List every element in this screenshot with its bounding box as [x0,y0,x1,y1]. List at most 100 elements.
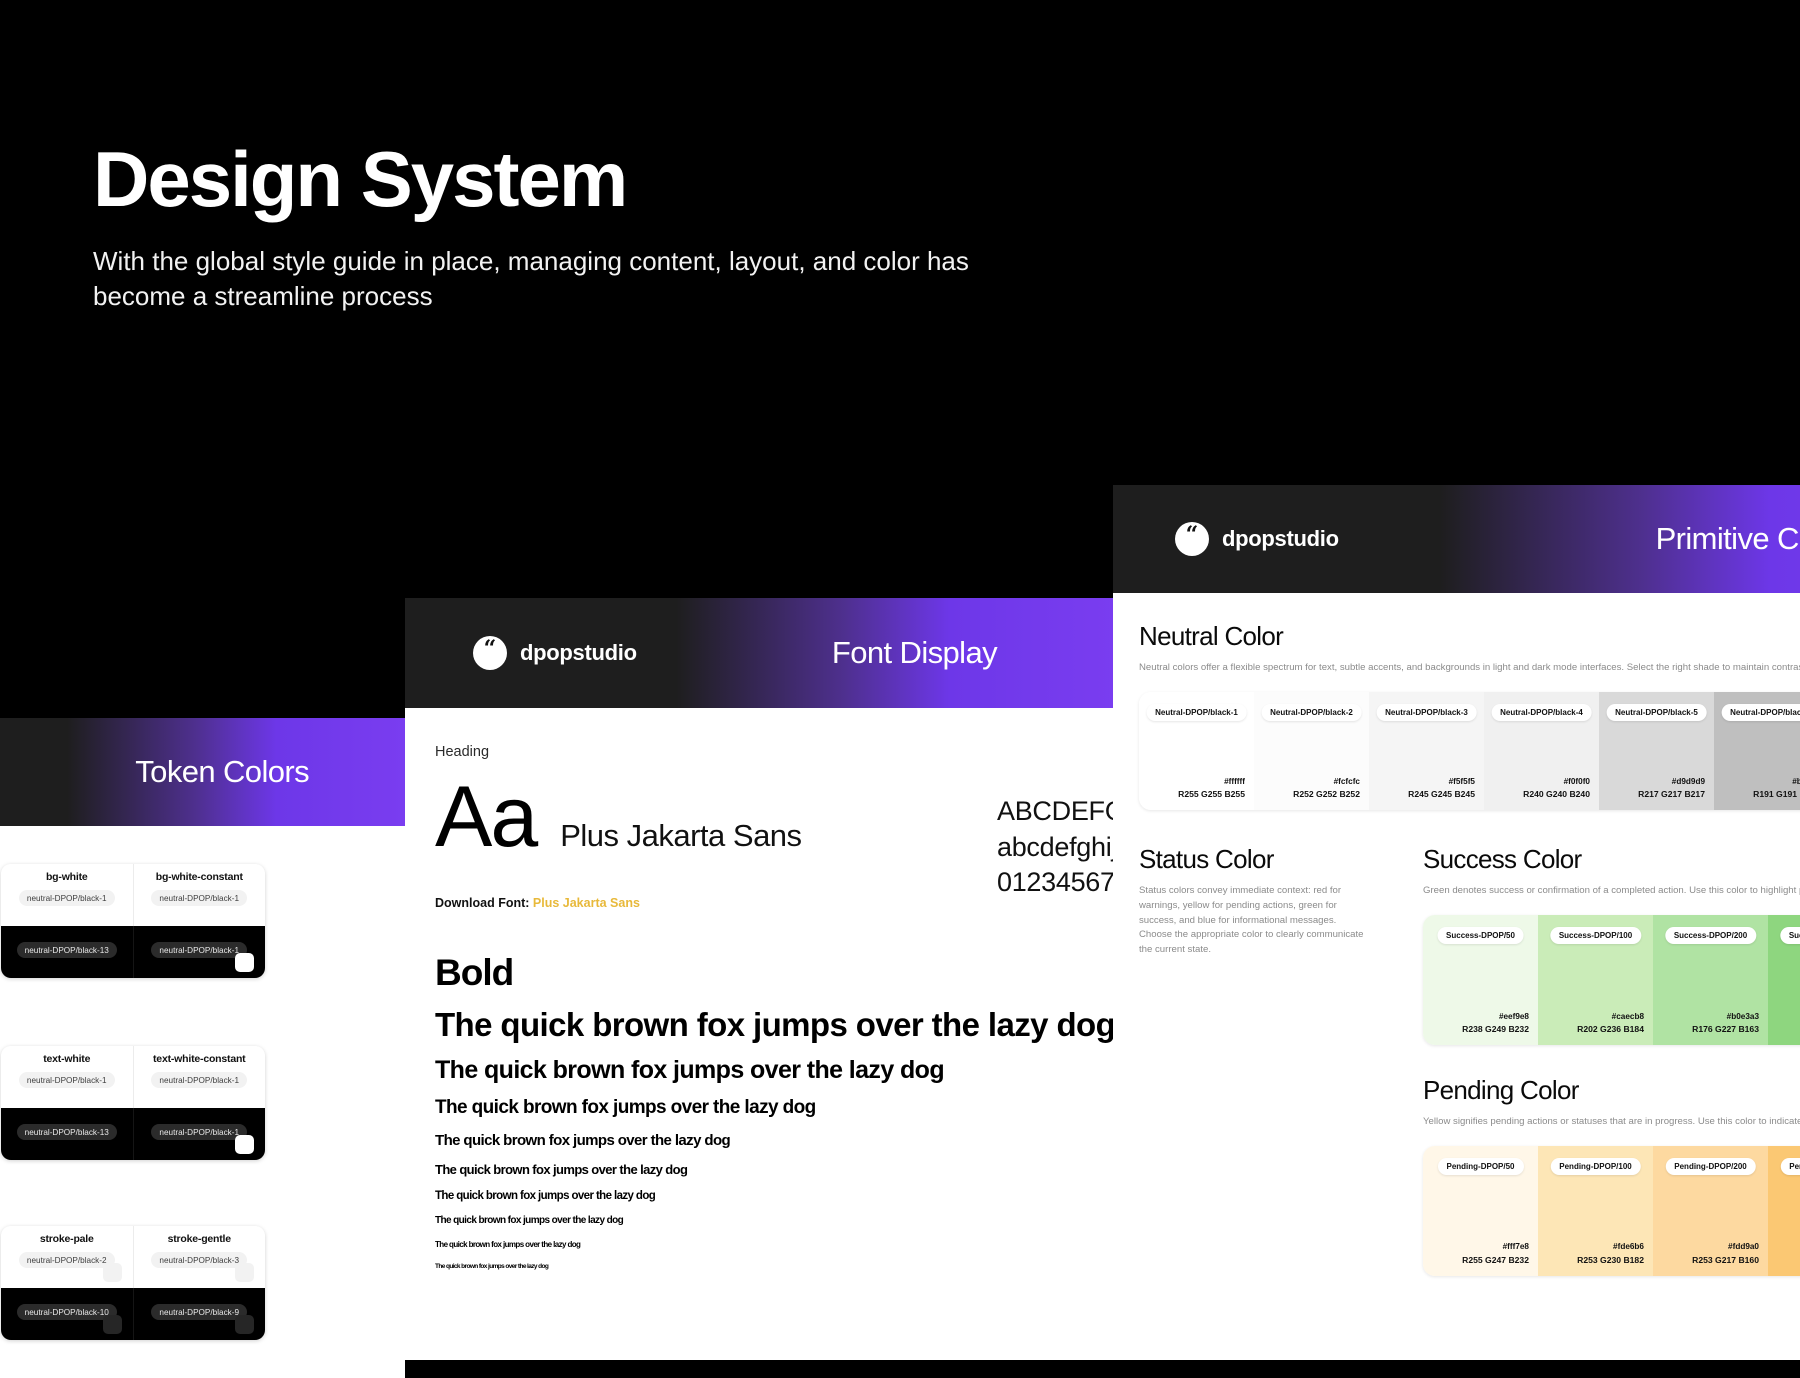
token-card-dark-row: neutral-DPOP/black-10 neutral-DPOP/black… [1,1288,265,1340]
color-swatch[interactable]: Neutral-DPOP/black-1 #ffffff R255 G255 B… [1139,692,1254,810]
token-swatch [235,1263,254,1282]
swatch-label: Success-DPOP/200 [1665,927,1756,944]
token-cell[interactable]: stroke-gentle neutral-DPOP/black-3 [133,1226,266,1288]
pangram-sample: The quick brown fox jumps over the lazy … [435,1056,1117,1085]
token-cell[interactable]: neutral-DPOP/black-13 [1,926,133,978]
token-chip: neutral-DPOP/black-1 [19,890,115,906]
alphabet-lowercase: abcdefghijklm [997,830,1117,866]
color-swatch[interactable]: Neutral-DPOP/black-3 #f5f5f5 R245 G245 B… [1369,692,1484,810]
pending-color-section: Pending Color Yellow signifies pending a… [1423,1075,1800,1276]
swatch-value: #ffffff R255 G255 B255 [1178,776,1245,801]
token-cell[interactable]: neutral-DPOP/black-13 [1,1108,133,1160]
heading-kicker: Heading [435,744,1117,760]
token-cell[interactable]: text-white-constant neutral-DPOP/black-1 [133,1046,266,1108]
token-chip: neutral-DPOP/black-3 [151,1252,247,1268]
color-swatch[interactable]: Neutral-DPOP/black-4 #f0f0f0 R240 G240 B… [1484,692,1599,810]
token-chip: neutral-DPOP/black-1 [19,1072,115,1088]
quote-mark-icon: “ [1175,522,1209,556]
swatch-rgb: R253 G230 B182 [1577,1254,1644,1267]
swatch-label: Pending-DPOP/100 [1550,1158,1640,1175]
color-swatch[interactable]: Pending-DPOP/100 #fde6b6 R253 G230 B182 [1538,1146,1653,1276]
token-cell[interactable]: bg-white-constant neutral-DPOP/black-1 [133,864,266,926]
token-cell[interactable]: stroke-pale neutral-DPOP/black-2 [1,1226,133,1288]
token-cell[interactable]: neutral-DPOP/black-10 [1,1288,133,1340]
status-swatch-column: Success Color Green denotes success or c… [1423,844,1800,1276]
color-swatch[interactable]: Success-DPOP/100 #caecb8 R202 G236 B184 [1538,915,1653,1045]
swatch-value: #fde6b6 R253 G230 B182 [1577,1241,1644,1266]
alphabet-specimen: ABCDEFGHIJKLM abcdefghijklm 0123456789 [997,794,1117,901]
swatch-value: #f5f5f5 R245 G245 B245 [1408,776,1475,801]
pangram-sample: The quick brown fox jumps over the lazy … [435,1006,1117,1044]
swatch-rgb: R238 G249 B232 [1462,1023,1529,1036]
font-display-body: Heading Aa Plus Jakarta Sans ABCDEFGHIJK… [405,708,1117,1360]
token-card[interactable]: stroke-pale neutral-DPOP/black-2 stroke-… [1,1226,265,1340]
alphabet-digits: 0123456789 [997,865,1117,901]
swatch-rgb: R240 G240 B240 [1523,788,1590,801]
design-system-board: Design System With the global style guid… [0,0,1800,1360]
pangram-sample: The quick brown fox jumps over the lazy … [435,1097,1117,1119]
token-card[interactable]: bg-white neutral-DPOP/black-1 bg-white-c… [1,864,265,978]
swatch-label: Success-DPOP/100 [1550,927,1641,944]
swatch-label: Pending-DPOP/300 [1780,1158,1800,1175]
token-name: stroke-gentle [168,1233,231,1245]
neutral-desc: Neutral colors offer a flexible spectrum… [1139,661,1800,676]
token-colors-body: ...ements. Use ...s your design. ...oken… [0,826,405,1378]
swatch-rgb: R255 G255 B255 [1178,788,1245,801]
pangram-sample: The quick brown fox jumps over the lazy … [435,1132,1117,1149]
pending-title: Pending Color [1423,1075,1800,1106]
token-name: bg-white-constant [156,871,243,883]
download-font-link[interactable]: Plus Jakarta Sans [533,896,640,910]
swatch-label: Neutral-DPOP/black-6 [1721,704,1800,721]
hero-section: Design System With the global style guid… [93,140,1093,314]
token-chip: neutral-DPOP/black-1 [151,890,247,906]
token-cell[interactable]: text-white neutral-DPOP/black-1 [1,1046,133,1108]
token-cell[interactable]: neutral-DPOP/black-1 [133,1108,266,1160]
neutral-color-section: Neutral Color Neutral colors offer a fle… [1139,621,1800,810]
primitive-panel-header: “ dpopstudio Primitive Colors [1113,485,1800,593]
token-cell[interactable]: neutral-DPOP/black-1 [133,926,266,978]
color-swatch[interactable]: Success-DPOP/200 #b0e3a3 R176 G227 B163 [1653,915,1768,1045]
token-cell[interactable]: bg-white neutral-DPOP/black-1 [1,864,133,926]
color-swatch[interactable]: Neutral-DPOP/black-6 #bfbfbf R191 G191 B… [1714,692,1800,810]
font-family-name: Plus Jakarta Sans [560,818,801,854]
success-desc: Green denotes success or confirmation of… [1423,884,1800,899]
brand-name: dpopstudio [1222,526,1339,552]
success-color-section: Success Color Green denotes success or c… [1423,844,1800,1045]
color-swatch[interactable]: Neutral-DPOP/black-2 #fcfcfc R252 G252 B… [1254,692,1369,810]
brand-name: dpopstudio [520,640,637,666]
color-swatch[interactable]: Pending-DPOP/50 #fff7e8 R255 G247 B232 [1423,1146,1538,1276]
token-chip: neutral-DPOP/black-1 [151,1124,247,1140]
swatch-rgb: R252 G252 B252 [1293,788,1360,801]
token-panel-title: Token Colors [135,754,309,790]
swatch-value: #bfbfbf R191 G191 B191 [1753,776,1800,801]
swatch-hex: #fff7e8 [1462,1241,1529,1253]
primitive-colors-panel: “ dpopstudio Primitive Colors Neutral Co… [1113,485,1800,1360]
brand-logo[interactable]: “ dpopstudio [473,636,637,670]
color-swatch[interactable]: Success-DPOP/50 #eef9e8 R238 G249 B232 [1423,915,1538,1045]
color-swatch[interactable]: Success-DPOP/300 #8ed67f R142 G214 B127 [1768,915,1800,1045]
token-name: stroke-pale [40,1233,94,1245]
color-swatch[interactable]: Pending-DPOP/300 #fbc873 R251 G200 B115 [1768,1146,1800,1276]
swatch-value: #fdd9a0 R253 G217 B160 [1692,1241,1759,1266]
token-name: text-white [43,1053,90,1065]
quote-mark-icon: “ [473,636,507,670]
swatch-label: Pending-DPOP/200 [1665,1158,1755,1175]
token-name: bg-white [46,871,88,883]
font-panel-header: “ dpopstudio Font Display [405,598,1117,708]
token-colors-panel: Token Colors ...ements. Use ...s your de… [0,718,405,1378]
color-swatch[interactable]: Neutral-DPOP/black-5 #d9d9d9 R217 G217 B… [1599,692,1714,810]
swatch-hex: #f5f5f5 [1408,776,1475,788]
token-card[interactable]: text-white neutral-DPOP/black-1 text-whi… [1,1046,265,1160]
token-card-light-row: stroke-pale neutral-DPOP/black-2 stroke-… [1,1226,265,1288]
brand-logo[interactable]: “ dpopstudio [1175,522,1339,556]
token-name: text-white-constant [153,1053,245,1065]
aa-specimen: Aa [435,774,536,860]
token-cell[interactable]: neutral-DPOP/black-9 [133,1288,266,1340]
swatch-rgb: R176 G227 B163 [1692,1023,1759,1036]
color-swatch[interactable]: Pending-DPOP/200 #fdd9a0 R253 G217 B160 [1653,1146,1768,1276]
swatch-value: #fff7e8 R255 G247 B232 [1462,1241,1529,1266]
swatch-hex: #bfbfbf [1753,776,1800,788]
pending-swatch-ramp: Pending-DPOP/50 #fff7e8 R255 G247 B232 P… [1423,1146,1800,1276]
swatch-hex: #d9d9d9 [1638,776,1705,788]
status-colors-row: Status Color Status colors convey immedi… [1139,844,1800,1276]
